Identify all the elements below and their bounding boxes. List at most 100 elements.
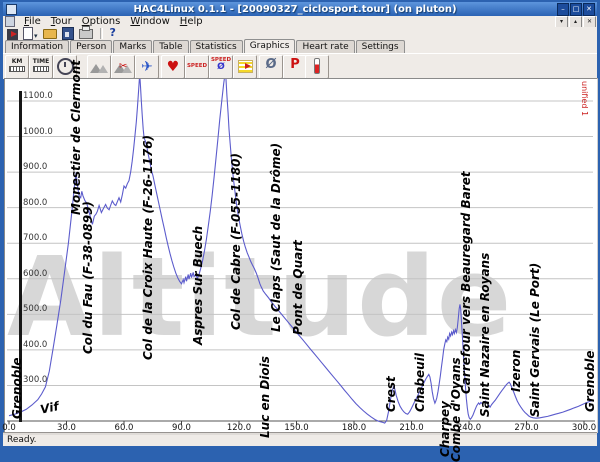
cadence-label: Ø [260, 57, 282, 72]
title-bar[interactable]: HAC4Linux 0.1.1 - [20090327_ciclosport.t… [3, 2, 597, 16]
help-icon [110, 21, 116, 40]
status-text: Ready. [7, 435, 37, 445]
app-icon [6, 4, 17, 15]
y-tick-label: 300.0 [23, 375, 47, 385]
quit-button[interactable] [7, 27, 18, 40]
x-tick-label: 210.0 [399, 423, 423, 433]
menu-window[interactable]: Window [130, 16, 169, 27]
menu-bar: FileTourOptionsWindowHelp ▾▴✕ [3, 16, 597, 27]
waypoint-col-de-cabre-f-055-1180: Col de Cabre (F-055-1180) [229, 153, 243, 330]
waypoint-col-de-la-croix-haute-f-26-1176: Col de la Croix Haute (F-26-1176) [141, 135, 155, 360]
waypoint-luc-en-diois: Luc en Diois [258, 356, 272, 438]
scissors-icon [119, 61, 127, 72]
x-axis-time-button[interactable]: TIME [29, 55, 53, 79]
avg-speed-button[interactable]: SPEEDØ [209, 55, 233, 79]
heart-rate-button[interactable] [161, 55, 185, 79]
toolbar-separator [100, 28, 103, 39]
waypoint-le-claps-saut-de-la-dr-me: Le Claps (Saut de la Drôme) [269, 143, 283, 332]
y-tick-label: 500.0 [23, 304, 47, 314]
pause-button[interactable]: P [283, 55, 307, 79]
quit-icon [7, 29, 18, 40]
waypoint-crest: Crest [384, 376, 398, 412]
altitude-chart[interactable]: Altitude unified 1 1100.01000.0900.0800.… [4, 78, 598, 433]
avg-speed-sub-label: Ø [210, 62, 232, 72]
waypoint-pont-de-quart: Pont de Quart [291, 240, 305, 335]
waypoint-grenoble: Grenoble [583, 350, 597, 412]
menu-tour[interactable]: Tour [51, 16, 72, 27]
save-icon [62, 27, 74, 40]
waypoint-carrefour-vers-beauregard-baret: Carrefour vers Beauregard Baret [459, 171, 473, 394]
new-tour-button[interactable] [23, 27, 38, 40]
waypoint-saint-gervais-le-port: Saint Gervais (Le Port) [528, 263, 542, 417]
pause-label: P [284, 57, 306, 72]
y-tick-label: 1000.0 [23, 127, 53, 137]
window-title: HAC4Linux 0.1.1 - [20090327_ciclosport.t… [33, 4, 557, 15]
x-axis-km-label: KM [6, 58, 28, 65]
y-tick-label: 1100.0 [23, 91, 53, 101]
tab-person[interactable]: Person [70, 40, 112, 53]
energy-icon [238, 60, 253, 73]
x-axis-time-label: TIME [30, 58, 52, 65]
menu-file[interactable]: File [24, 16, 41, 27]
waypoint-vif: Vif [39, 399, 60, 417]
x-tick-label: 270.0 [514, 423, 538, 433]
altitude-cut-button[interactable] [111, 55, 135, 79]
series-label: unified 1 [580, 81, 589, 116]
menu-help[interactable]: Help [180, 16, 203, 27]
x-tick-label: 60.0 [115, 423, 134, 433]
y-tick-label: 800.0 [23, 198, 47, 208]
altitude-button[interactable] [87, 55, 111, 79]
document-icon [5, 16, 15, 27]
status-bar: Ready. [3, 435, 597, 446]
tab-graphics[interactable]: Graphics [244, 39, 296, 53]
waypoint-grenoble: Grenoble [10, 357, 24, 419]
print-icon [79, 29, 93, 39]
waypoint-chabeuil: Chabeuil [413, 353, 427, 412]
waypoint-saint-nazaire-en-royans: Saint Nazaire en Royans [478, 253, 492, 417]
hac4linux-window: { "window": { "title": "HAC4Linux 0.1.1 … [0, 0, 600, 450]
mountains-icon [90, 60, 108, 73]
x-tick-label: 180.0 [342, 423, 366, 433]
tab-bar: InformationPersonMarksTableStatisticsGra… [3, 40, 597, 53]
graphics-toolbar: KMTIMESPEEDSPEEDØØP [3, 53, 597, 79]
x-tick-label: 90.0 [172, 423, 191, 433]
maximize-button[interactable]: □ [570, 3, 582, 16]
waypoint-monestier-de-clermont: Monestier de Clermont [69, 60, 83, 215]
open-folder-icon [43, 29, 57, 39]
minimize-button[interactable]: – [557, 3, 569, 16]
x-tick-label: 150.0 [284, 423, 308, 433]
speed-button[interactable]: SPEED [185, 55, 209, 79]
x-tick-label: 0.0 [2, 423, 16, 433]
save-button[interactable] [62, 27, 74, 40]
waypoint-izeron: Izeron [509, 350, 523, 392]
tab-table[interactable]: Table [153, 40, 188, 53]
open-button[interactable] [43, 27, 57, 40]
energy-button[interactable] [233, 55, 257, 79]
x-tick-label: 300.0 [572, 423, 596, 433]
x-tick-label: 30.0 [57, 423, 76, 433]
inclination-button[interactable] [135, 55, 159, 79]
tab-heart-rate[interactable]: Heart rate [296, 40, 354, 53]
y-tick-label: 600.0 [23, 269, 47, 279]
y-tick-label: 400.0 [23, 340, 47, 350]
y-tick-label: 900.0 [23, 162, 47, 172]
new-document-icon [23, 27, 33, 40]
waypoint-col-du-fau-f-38-0899: Col du Fau (F-38-0899) [81, 201, 95, 354]
x-axis-km-button[interactable]: KM [5, 55, 29, 79]
heart-icon [167, 56, 180, 75]
thermometer-icon [314, 58, 320, 74]
help-button[interactable] [110, 27, 116, 40]
cadence-button[interactable]: Ø [259, 55, 283, 79]
y-tick-label: 700.0 [23, 233, 47, 243]
main-toolbar [3, 27, 597, 40]
close-button[interactable]: ✕ [583, 3, 595, 16]
print-button[interactable] [79, 27, 93, 40]
tab-statistics[interactable]: Statistics [190, 40, 243, 53]
tab-marks[interactable]: Marks [113, 40, 152, 53]
x-tick-label: 120.0 [227, 423, 251, 433]
tab-settings[interactable]: Settings [356, 40, 405, 53]
waypoint-aspres-sur-buech: Aspres Sur Buech [191, 226, 205, 345]
window-controls: –□✕ [556, 3, 595, 16]
temperature-button[interactable] [305, 55, 329, 79]
tab-information[interactable]: Information [5, 40, 69, 53]
